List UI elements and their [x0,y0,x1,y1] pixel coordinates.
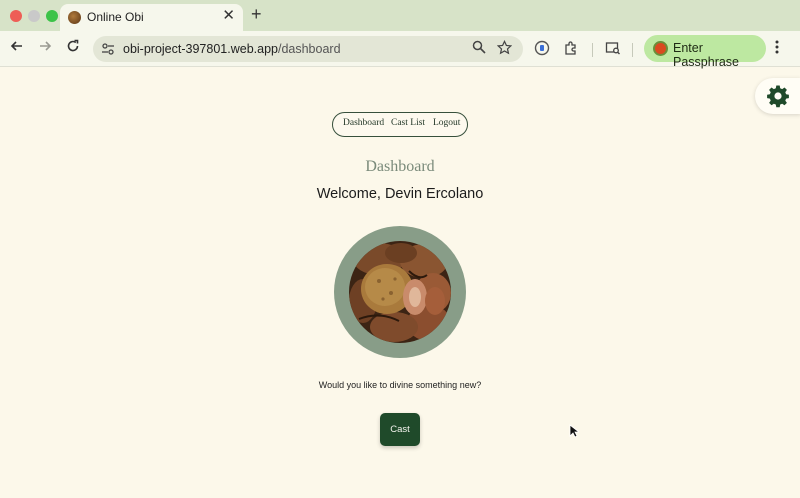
new-tab-button[interactable]: + [251,4,262,24]
extension-ai-icon[interactable] [533,40,551,58]
toolbar-divider [592,43,593,57]
address-bar[interactable]: obi-project-397801.web.app/dashboard [93,36,523,62]
url-host: obi-project-397801.web.app [123,42,278,56]
browser-tab-active[interactable]: Online Obi ✕ [60,4,243,31]
window-maximize-button[interactable] [46,10,58,22]
nav-link-cast-list[interactable]: Cast List [391,118,425,128]
passphrase-status-icon [653,41,668,56]
tab-search-icon[interactable] [604,40,622,58]
main-nav: Dashboard Cast List Logout [332,112,468,137]
reload-icon[interactable] [63,39,83,59]
url-text: obi-project-397801.web.app/dashboard [123,42,341,56]
browser-tab-strip: Online Obi ✕ + [0,0,800,31]
cast-button[interactable]: Cast [380,413,420,446]
forward-icon[interactable] [35,39,55,59]
star-icon[interactable] [495,39,513,58]
window-minimize-button[interactable] [28,10,40,22]
menu-icon[interactable] [774,39,780,61]
nav-link-dashboard[interactable]: Dashboard [343,118,384,128]
page-content: Dashboard Cast List Logout Dashboard Wel… [0,68,800,498]
tab-close-icon[interactable]: ✕ [222,8,235,24]
url-path: /dashboard [277,42,341,56]
puzzle-icon[interactable] [562,40,580,58]
passphrase-label: Enter Passphrase [673,41,740,69]
welcome-message: Welcome, Devin Ercolano [316,186,484,202]
nav-link-logout[interactable]: Logout [433,118,460,128]
divine-prompt: Would you like to divine something new? [318,380,482,390]
back-icon[interactable] [7,39,27,59]
page-title: Dashboard [365,158,435,175]
toolbar-divider [632,43,633,57]
browser-toolbar: obi-project-397801.web.app/dashboard Ent… [0,31,800,69]
enter-passphrase-button[interactable]: Enter Passphrase [644,35,766,69]
kola-nut-image [334,226,466,358]
mouse-cursor-icon [569,424,579,438]
settings-button[interactable] [755,78,800,114]
site-info-icon[interactable] [101,42,115,56]
gear-icon [767,85,789,108]
obi-favicon-icon [68,11,81,24]
window-close-button[interactable] [10,10,22,22]
zoom-icon[interactable] [470,40,488,58]
tab-title: Online Obi [87,10,144,24]
